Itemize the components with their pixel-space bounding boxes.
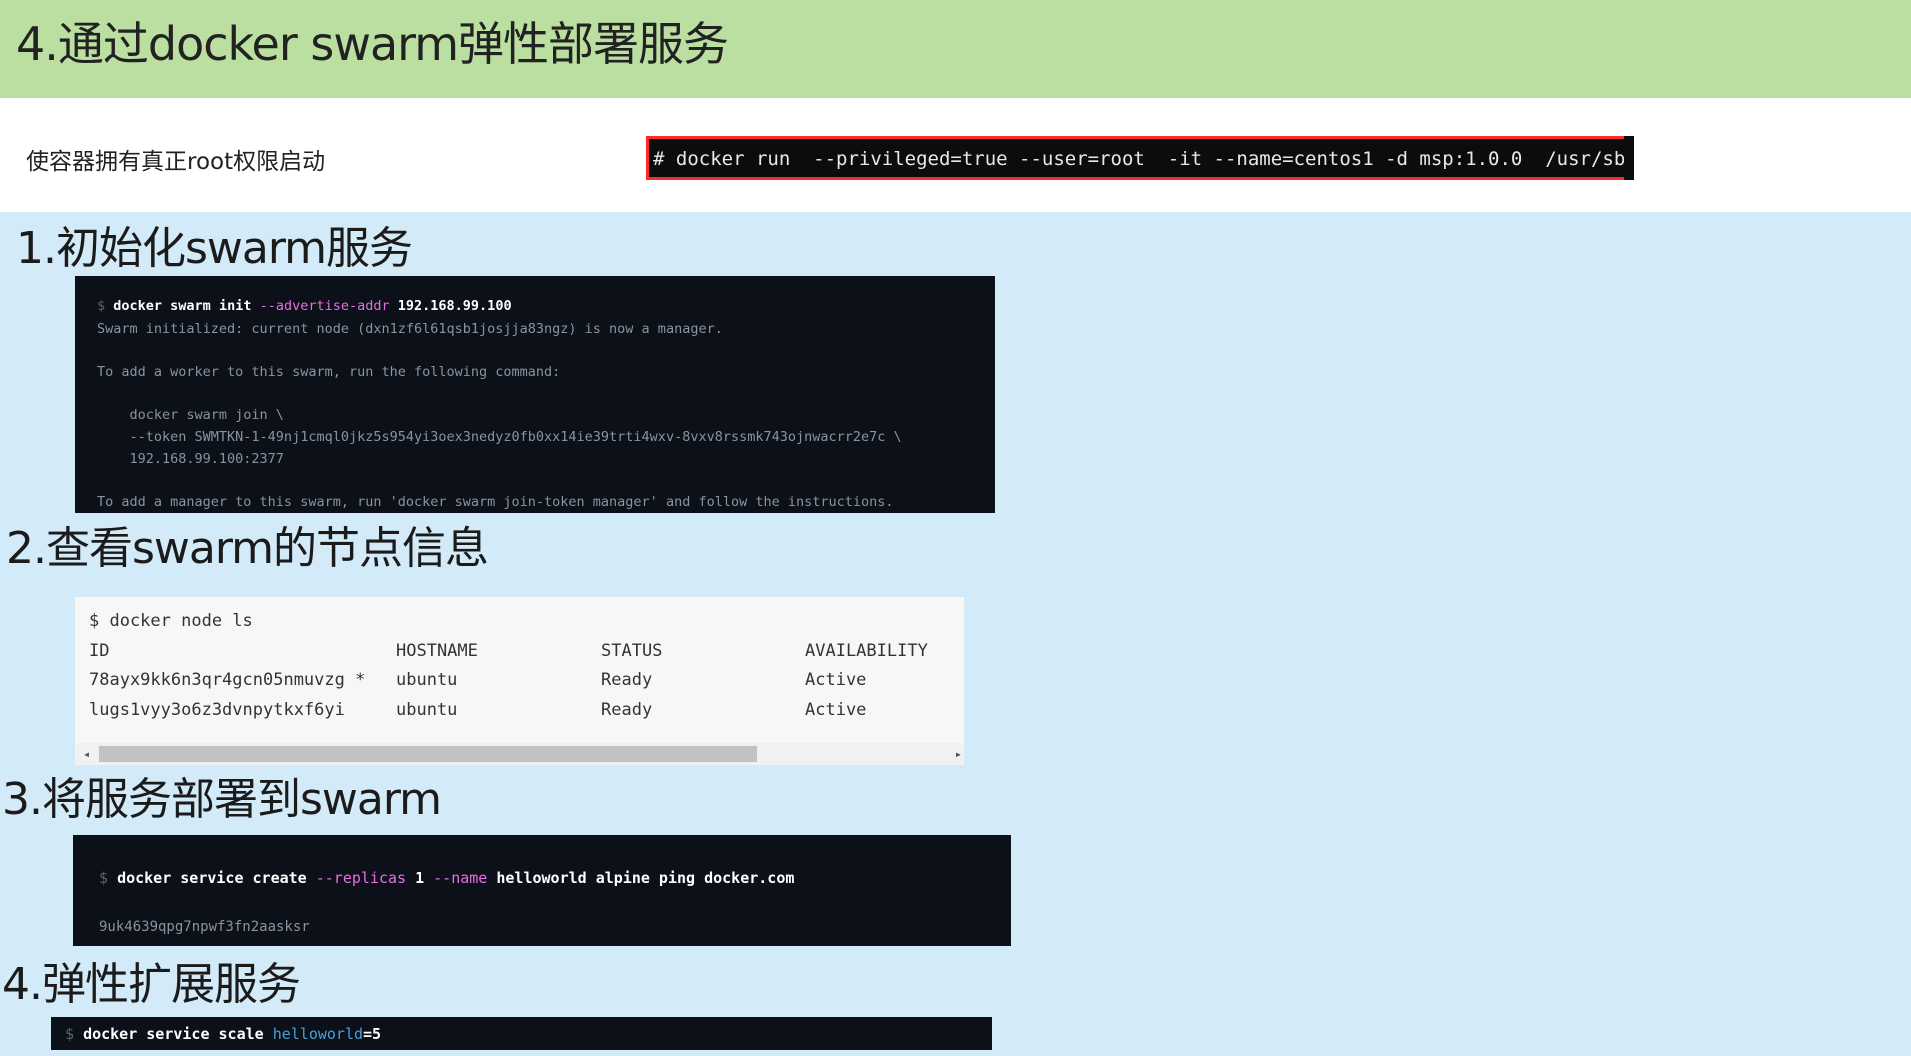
output-line: 192.168.99.100:2377 — [97, 451, 284, 467]
output-line: docker swarm join \ — [97, 407, 284, 423]
column-header-id: ID — [89, 641, 110, 661]
init-command-line: $ docker swarm init --advertise-addr 192… — [97, 298, 512, 314]
flag-text: --advertise-addr — [259, 298, 390, 314]
prompt-symbol: $ — [65, 1025, 75, 1043]
privileged-command: # docker run --privileged=true --user=ro… — [653, 148, 1634, 170]
scroll-right-icon[interactable]: ▸ — [955, 745, 962, 763]
column-header-availability: AVAILABILITY — [805, 641, 928, 661]
column-header-status: STATUS — [601, 641, 663, 661]
horizontal-scrollbar[interactable]: ◂ ▸ — [75, 743, 964, 765]
output-line: To add a worker to this swarm, run the f… — [97, 364, 561, 380]
title-banner: 4.通过docker swarm弹性部署服务 — [0, 0, 1911, 98]
value-text: 1 — [415, 869, 425, 887]
scale-command-line: $ docker service scale helloworld=5 — [65, 1025, 381, 1043]
scale-terminal: $ docker service scale helloworld=5 — [51, 1017, 992, 1050]
table-cell-hostname: ubuntu — [396, 670, 458, 690]
command-args: helloworld alpine ping docker.com — [496, 869, 795, 887]
privileged-note-band: 使容器拥有真正root权限启动 # docker run --privilege… — [0, 98, 1911, 212]
privileged-command-box: # docker run --privileged=true --user=ro… — [646, 136, 1634, 180]
page-title: 4.通过docker swarm弹性部署服务 — [16, 17, 729, 71]
section-heading-init: 1.初始化swarm服务 — [16, 223, 413, 274]
flag-text: --replicas — [315, 869, 407, 887]
table-cell-id: 78ayx9kk6n3qr4gcn05nmuvzg * — [89, 670, 366, 690]
service-create-command-line: $ docker service create --replicas 1 --n… — [99, 869, 794, 887]
column-header-hostname: HOSTNAME — [396, 641, 478, 661]
table-cell-availability: Active — [805, 700, 867, 720]
command-text: docker swarm init — [113, 298, 252, 314]
table-cell-status: Ready — [601, 700, 653, 720]
terminal-edge — [1624, 136, 1634, 180]
command-text: docker service scale — [83, 1025, 264, 1043]
table-cell-availability: Active — [805, 670, 867, 690]
replica-count-text: =5 — [363, 1025, 382, 1043]
prompt-symbol: $ — [99, 869, 109, 887]
node-ls-command: $ docker node ls — [89, 611, 253, 631]
privileged-note: 使容器拥有真正root权限启动 — [26, 149, 326, 175]
service-create-terminal: $ docker service create --replicas 1 --n… — [73, 835, 1011, 946]
section-heading-node-info: 2.查看swarm的节点信息 — [6, 523, 489, 574]
service-name-text: helloworld — [272, 1025, 364, 1043]
output-line: Swarm initialized: current node (dxn1zf6… — [97, 321, 723, 337]
prompt-symbol: $ — [97, 298, 106, 314]
table-cell-status: Ready — [601, 670, 653, 690]
address-text: 192.168.99.100 — [397, 298, 512, 314]
init-terminal: $ docker swarm init --advertise-addr 192… — [75, 276, 995, 513]
section-heading-scale: 4.弹性扩展服务 — [2, 959, 301, 1010]
output-line: --token SWMTKN-1-49nj1cmql0jkz5s954yi3oe… — [97, 429, 902, 445]
service-id-output: 9uk4639qpg7npwf3fn2aasksr — [99, 919, 310, 935]
table-cell-id: lugs1vyy3o6z3dvnpytkxf6yi — [89, 700, 345, 720]
section-heading-deploy: 3.将服务部署到swarm — [2, 774, 442, 825]
output-line: To add a manager to this swarm, run 'doc… — [97, 494, 894, 510]
node-ls-output: $ docker node ls ID HOSTNAME STATUS AVAI… — [75, 597, 964, 765]
scrollbar-thumb[interactable] — [99, 746, 757, 762]
flag-text: --name — [433, 869, 488, 887]
scroll-left-icon[interactable]: ◂ — [83, 745, 90, 763]
table-cell-hostname: ubuntu — [396, 700, 458, 720]
command-text: docker service create — [117, 869, 307, 887]
